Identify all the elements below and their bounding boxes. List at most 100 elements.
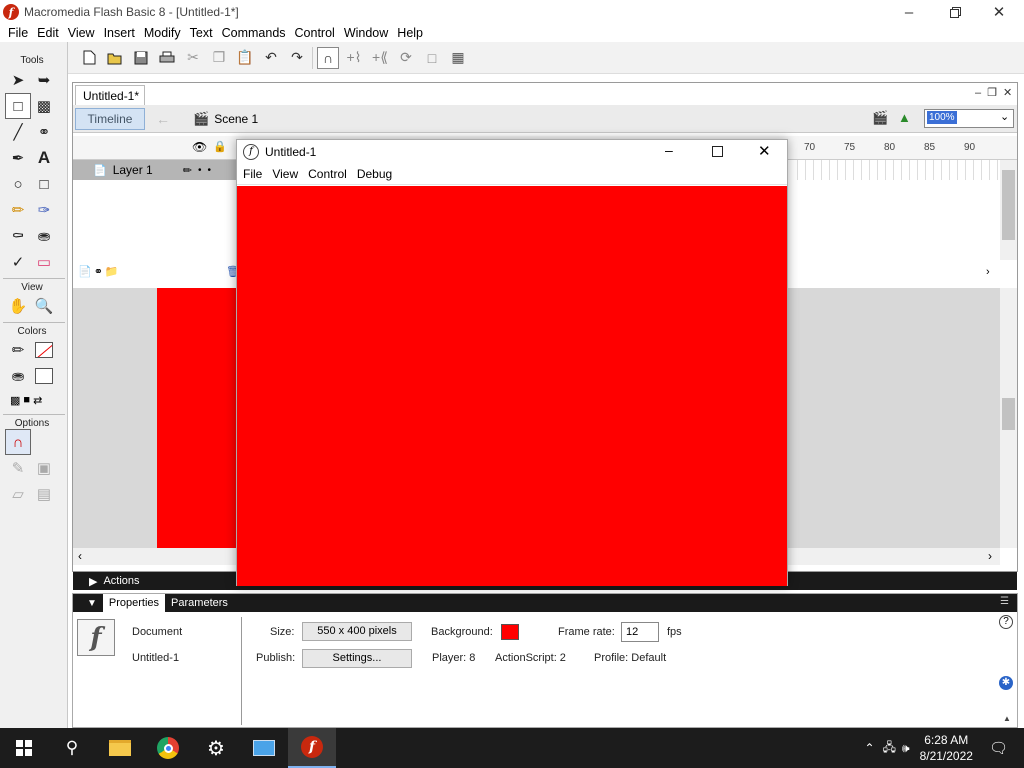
- timeline-toggle-button[interactable]: Timeline: [75, 108, 145, 130]
- eye-icon[interactable]: 👁: [192, 140, 207, 154]
- tab-parameters[interactable]: Parameters: [165, 594, 234, 612]
- swf-menu-debug[interactable]: Debug: [357, 167, 392, 181]
- settings-gear-icon[interactable]: ⚙: [192, 728, 240, 768]
- stage-vscroll[interactable]: [1000, 288, 1017, 548]
- start-button[interactable]: [0, 728, 48, 768]
- help-icon[interactable]: ?: [999, 615, 1013, 629]
- save-icon[interactable]: [130, 47, 152, 69]
- scale-option-icon[interactable]: ▤: [31, 481, 57, 507]
- new-file-icon[interactable]: [78, 47, 100, 69]
- tray-chevron-icon[interactable]: ⌃: [865, 741, 875, 755]
- insert-folder-icon[interactable]: 📁: [105, 265, 119, 278]
- edit-scene-icon[interactable]: 🎬: [872, 110, 888, 126]
- scroll-left-icon[interactable]: ‹: [78, 549, 82, 563]
- notifications-icon[interactable]: 🗨: [989, 739, 1008, 757]
- visibility-dot[interactable]: •: [198, 165, 202, 176]
- free-transform-tool-icon[interactable]: □: [5, 93, 31, 119]
- frame-cells[interactable]: [790, 160, 998, 180]
- volume-icon[interactable]: 🕪: [902, 741, 910, 756]
- copy-icon[interactable]: ❐: [208, 47, 230, 69]
- network-icon[interactable]: 🖧: [883, 738, 896, 759]
- subselection-tool-icon[interactable]: ➥: [31, 67, 57, 93]
- timeline-scrollbar[interactable]: [1000, 160, 1017, 260]
- hand-tool-icon[interactable]: ✋: [5, 293, 31, 319]
- line-tool-icon[interactable]: ╱: [5, 119, 31, 145]
- smooth-option-icon[interactable]: ✎: [5, 455, 31, 481]
- swf-menu-view[interactable]: View: [272, 167, 298, 181]
- selection-tool-icon[interactable]: ➤: [5, 67, 31, 93]
- menu-modify[interactable]: Modify: [143, 26, 182, 40]
- menu-help[interactable]: Help: [396, 26, 424, 40]
- menu-view[interactable]: View: [67, 26, 96, 40]
- lasso-tool-icon[interactable]: ⚭: [31, 119, 57, 145]
- swap-colors-icon[interactable]: ⇄: [33, 394, 42, 407]
- timeline-scroll-right-icon[interactable]: ›: [986, 266, 990, 278]
- layer-row[interactable]: 📄 Layer 1 ✏ • •: [73, 160, 238, 180]
- rotate-option-icon[interactable]: ▱: [5, 481, 31, 507]
- rectangle-tool-icon[interactable]: □: [31, 171, 57, 197]
- edit-symbols-icon[interactable]: ▲: [898, 110, 911, 125]
- cut-icon[interactable]: ✂: [182, 47, 204, 69]
- pen-tool-icon[interactable]: ✒: [5, 145, 31, 171]
- snap-to-objects-icon[interactable]: ∩: [5, 429, 31, 455]
- menu-insert[interactable]: Insert: [103, 26, 136, 40]
- black-white-icon[interactable]: ▩: [10, 394, 20, 407]
- swf-maximize-button[interactable]: [712, 146, 723, 157]
- no-color-icon[interactable]: ■: [23, 394, 30, 406]
- search-icon[interactable]: ⚲: [48, 728, 96, 768]
- align-icon[interactable]: ▦: [447, 47, 469, 69]
- paint-bucket-tool-icon[interactable]: ⛂: [31, 223, 57, 249]
- publish-settings-button[interactable]: Settings...: [302, 649, 412, 668]
- flash-taskbar-icon[interactable]: f: [288, 728, 336, 768]
- scale-icon[interactable]: □: [421, 47, 443, 69]
- undo-icon[interactable]: ↶: [260, 47, 282, 69]
- document-tab[interactable]: Untitled-1*: [75, 85, 145, 105]
- clock[interactable]: 6:28 AM 8/21/2022: [920, 732, 973, 764]
- stroke-color-swatch[interactable]: [31, 337, 57, 363]
- lock-icon[interactable]: 🔒: [213, 140, 227, 153]
- straighten-option-icon[interactable]: ▣: [31, 455, 57, 481]
- menu-text[interactable]: Text: [189, 26, 214, 40]
- scroll-right-icon[interactable]: ›: [988, 549, 992, 563]
- chrome-icon[interactable]: [144, 728, 192, 768]
- brush-tool-icon[interactable]: ✑: [31, 197, 57, 223]
- stage-canvas[interactable]: [157, 288, 237, 548]
- menu-file[interactable]: File: [7, 26, 29, 40]
- print-icon[interactable]: [156, 47, 178, 69]
- minimize-button[interactable]: –: [886, 0, 932, 24]
- swf-menu-control[interactable]: Control: [308, 167, 347, 181]
- insert-layer-icon[interactable]: 📄: [78, 265, 92, 278]
- chevron-down-icon[interactable]: ⌄: [1000, 110, 1009, 123]
- tab-properties[interactable]: Properties: [102, 594, 166, 612]
- accessibility-icon[interactable]: ✱: [999, 676, 1013, 690]
- restore-button[interactable]: [932, 0, 978, 24]
- snap-magnet-icon[interactable]: ∩: [317, 46, 339, 69]
- eyedropper-tool-icon[interactable]: ✓: [5, 249, 31, 275]
- back-arrow-icon[interactable]: ←: [156, 111, 170, 127]
- fill-transform-tool-icon[interactable]: ▩: [31, 93, 57, 119]
- zoom-tool-icon[interactable]: 🔍: [31, 293, 57, 319]
- text-tool-icon[interactable]: A: [31, 145, 57, 171]
- menu-edit[interactable]: Edit: [36, 26, 60, 40]
- redo-icon[interactable]: ↷: [286, 47, 308, 69]
- scene-breadcrumb[interactable]: 🎬 Scene 1: [193, 111, 258, 127]
- swf-minimize-button[interactable]: –: [665, 142, 673, 158]
- close-button[interactable]: ✕: [976, 0, 1022, 24]
- straighten-icon[interactable]: +⟪: [369, 47, 391, 69]
- doc-window-controls[interactable]: –❐✕: [975, 86, 1018, 99]
- open-file-icon[interactable]: [104, 47, 126, 69]
- swf-menu-file[interactable]: File: [243, 167, 262, 181]
- smooth-icon[interactable]: +⌇: [343, 47, 365, 69]
- menu-window[interactable]: Window: [343, 26, 389, 40]
- panel-menu-icon[interactable]: ☰: [1000, 596, 1009, 607]
- rotate-icon[interactable]: ⟳: [395, 47, 417, 69]
- eraser-tool-icon[interactable]: ▭: [31, 249, 57, 275]
- paste-icon[interactable]: 📋: [234, 47, 256, 69]
- menu-control[interactable]: Control: [294, 26, 336, 40]
- add-guide-icon[interactable]: ⚭: [94, 265, 103, 278]
- ink-bottle-tool-icon[interactable]: ⚰: [5, 223, 31, 249]
- document-size-button[interactable]: 550 x 400 pixels: [302, 622, 412, 641]
- panel-collapse-icon[interactable]: ▲: [1003, 714, 1011, 723]
- fill-color-swatch[interactable]: [31, 363, 57, 389]
- collapse-arrow-icon[interactable]: ▼: [87, 598, 97, 609]
